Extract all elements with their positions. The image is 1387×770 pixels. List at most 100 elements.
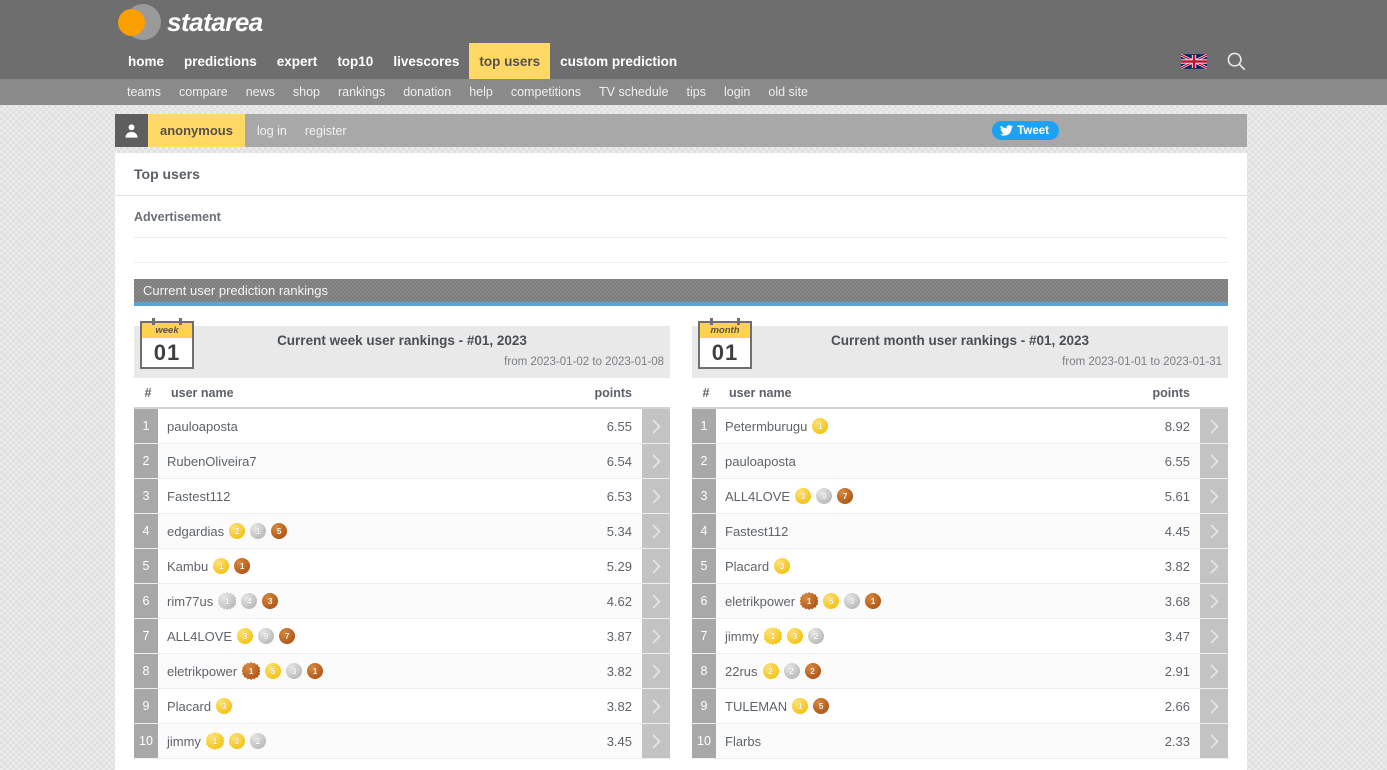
nav-item-top-users[interactable]: top users xyxy=(469,43,551,79)
table-row[interactable]: 3 Fastest112 6.53 xyxy=(134,479,670,514)
row-details-chevron-icon[interactable] xyxy=(642,584,670,618)
row-details-chevron-icon[interactable] xyxy=(642,479,670,513)
row-username[interactable]: ALL4LOVE xyxy=(167,629,232,644)
row-details-chevron-icon[interactable] xyxy=(642,409,670,443)
login-link[interactable]: log in xyxy=(248,124,296,138)
row-rank: 10 xyxy=(134,724,158,758)
row-details-chevron-icon[interactable] xyxy=(1200,654,1228,688)
nav-item-predictions[interactable]: predictions xyxy=(174,43,267,79)
site-logo[interactable]: statarea xyxy=(118,3,263,41)
row-username[interactable]: Kambu xyxy=(167,559,208,574)
search-icon[interactable] xyxy=(1225,50,1247,72)
table-row[interactable]: 8 eletrikpower 1 5 3 1 3.82 xyxy=(134,654,670,689)
medal-gold-icon: 2 xyxy=(229,523,246,539)
row-username[interactable]: rim77us xyxy=(167,594,213,609)
tweet-button[interactable]: Tweet xyxy=(992,121,1059,140)
table-row[interactable]: 9 Placard 3 3.82 xyxy=(134,689,670,724)
week-panel-title: Current week user rankings - #01, 2023 xyxy=(277,332,527,348)
nav-item-expert[interactable]: expert xyxy=(267,43,328,79)
row-details-chevron-icon[interactable] xyxy=(642,549,670,583)
subnav-item-rankings[interactable]: rankings xyxy=(329,85,394,99)
subnav-item-help[interactable]: help xyxy=(460,85,502,99)
row-username-cell: Petermburugu 1 xyxy=(716,409,1095,443)
table-row[interactable]: 10 Flarbs 2.33 xyxy=(692,724,1228,759)
row-username[interactable]: Placard xyxy=(167,699,211,714)
table-row[interactable]: 2 RubenOliveira7 6.54 xyxy=(134,444,670,479)
subnav-item-login[interactable]: login xyxy=(715,85,759,99)
row-details-chevron-icon[interactable] xyxy=(1200,514,1228,548)
row-points: 3.82 xyxy=(606,663,632,679)
row-details-chevron-icon[interactable] xyxy=(642,724,670,758)
row-details-chevron-icon[interactable] xyxy=(1200,584,1228,618)
table-row[interactable]: 2 pauloaposta 6.55 xyxy=(692,444,1228,479)
nav-item-home[interactable]: home xyxy=(118,43,174,79)
nav-item-custom-prediction[interactable]: custom prediction xyxy=(550,43,687,79)
table-row[interactable]: 7 ALL4LOVE 3 9 7 3.87 xyxy=(134,619,670,654)
row-username[interactable]: eletrikpower xyxy=(725,594,795,609)
row-details-chevron-icon[interactable] xyxy=(642,654,670,688)
subnav-item-tv-schedule[interactable]: TV schedule xyxy=(590,85,677,99)
row-details-chevron-icon[interactable] xyxy=(1200,549,1228,583)
subnav-item-shop[interactable]: shop xyxy=(284,85,329,99)
row-username[interactable]: ALL4LOVE xyxy=(725,489,790,504)
row-username[interactable]: Fastest112 xyxy=(725,524,788,539)
table-row[interactable]: 1 pauloaposta 6.55 xyxy=(134,409,670,444)
table-row[interactable]: 9 TULEMAN 1 5 2.66 xyxy=(692,689,1228,724)
nav-item-livescores[interactable]: livescores xyxy=(383,43,469,79)
row-username[interactable]: eletrikpower xyxy=(167,664,237,679)
row-points: 6.53 xyxy=(606,488,632,504)
row-details-chevron-icon[interactable] xyxy=(1200,444,1228,478)
row-details-chevron-icon[interactable] xyxy=(1200,479,1228,513)
row-points: 3.68 xyxy=(1164,593,1190,609)
row-details-chevron-icon[interactable] xyxy=(642,689,670,723)
table-row[interactable]: 5 Kambu 1 1 5.29 xyxy=(134,549,670,584)
page-title: Top users xyxy=(115,153,1247,196)
subnav-item-compare[interactable]: compare xyxy=(170,85,237,99)
row-details-chevron-icon[interactable] xyxy=(1200,724,1228,758)
table-row[interactable]: 6 eletrikpower 1 5 3 1 3.68 xyxy=(692,584,1228,619)
table-row[interactable]: 4 Fastest112 4.45 xyxy=(692,514,1228,549)
medal-silver-icon: 4 xyxy=(241,593,258,609)
row-username[interactable]: pauloaposta xyxy=(167,419,238,434)
row-username-cell: pauloaposta xyxy=(716,444,1095,478)
row-username[interactable]: jimmy xyxy=(725,629,759,644)
row-details-chevron-icon[interactable] xyxy=(1200,619,1228,653)
row-username[interactable]: TULEMAN xyxy=(725,699,787,714)
row-username[interactable]: Petermburugu xyxy=(725,419,807,434)
table-row[interactable]: 7 jimmy 1 3 2 3.47 xyxy=(692,619,1228,654)
row-details-chevron-icon[interactable] xyxy=(1200,409,1228,443)
table-row[interactable]: 10 jimmy 1 3 2 3.45 xyxy=(134,724,670,759)
row-username[interactable]: edgardias xyxy=(167,524,224,539)
row-username[interactable]: 22rus xyxy=(725,664,758,679)
subnav-item-old-site[interactable]: old site xyxy=(759,85,817,99)
row-username[interactable]: jimmy xyxy=(167,734,201,749)
row-username[interactable]: RubenOliveira7 xyxy=(167,454,257,469)
table-row[interactable]: 1 Petermburugu 1 8.92 xyxy=(692,409,1228,444)
table-row[interactable]: 3 ALL4LOVE 3 9 7 5.61 xyxy=(692,479,1228,514)
current-username[interactable]: anonymous xyxy=(148,114,245,147)
row-username[interactable]: Placard xyxy=(725,559,769,574)
subnav-item-teams[interactable]: teams xyxy=(118,85,170,99)
uk-flag-icon[interactable] xyxy=(1181,53,1207,69)
table-row[interactable]: 6 rim77us 1 4 3 4.62 xyxy=(134,584,670,619)
advertisement-label: Advertisement xyxy=(134,196,1228,238)
register-link[interactable]: register xyxy=(296,124,356,138)
subnav-item-tips[interactable]: tips xyxy=(678,85,715,99)
advertisement-slot xyxy=(134,238,1228,263)
subnav-item-donation[interactable]: donation xyxy=(394,85,460,99)
row-username[interactable]: pauloaposta xyxy=(725,454,796,469)
table-row[interactable]: 4 edgardias 2 1 5 5.34 xyxy=(134,514,670,549)
row-details-chevron-icon[interactable] xyxy=(1200,689,1228,723)
subnav-item-competitions[interactable]: competitions xyxy=(502,85,590,99)
row-username[interactable]: Flarbs xyxy=(725,734,761,749)
row-details-chevron-icon[interactable] xyxy=(642,514,670,548)
row-points: 4.62 xyxy=(606,593,632,609)
row-details-chevron-icon[interactable] xyxy=(642,444,670,478)
row-username[interactable]: Fastest112 xyxy=(167,489,230,504)
nav-item-top10[interactable]: top10 xyxy=(327,43,383,79)
row-details-chevron-icon[interactable] xyxy=(642,619,670,653)
table-row[interactable]: 5 Placard 3 3.82 xyxy=(692,549,1228,584)
table-row[interactable]: 8 22rus 2 2 2 2.91 xyxy=(692,654,1228,689)
medal-silver-icon: 9 xyxy=(816,488,833,504)
subnav-item-news[interactable]: news xyxy=(237,85,284,99)
